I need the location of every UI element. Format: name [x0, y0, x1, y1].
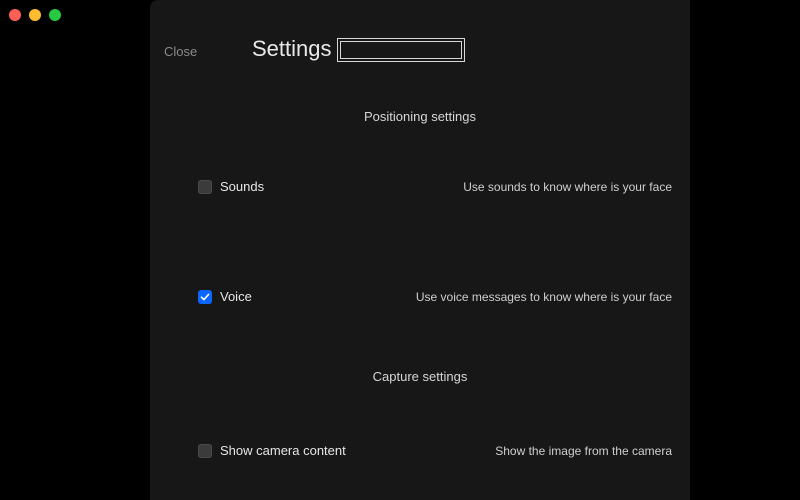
section-header-positioning: Positioning settings — [0, 109, 690, 124]
page-title: Settings — [252, 36, 332, 62]
show-camera-description: Show the image from the camera — [495, 444, 672, 458]
window-maximize-icon[interactable] — [49, 9, 61, 21]
setting-row-voice: Voice Use voice messages to know where i… — [198, 289, 672, 304]
window-close-icon[interactable] — [9, 9, 21, 21]
sounds-label: Sounds — [220, 179, 264, 194]
focus-ring-inner — [340, 41, 462, 59]
settings-panel — [150, 0, 690, 500]
close-button[interactable]: Close — [164, 44, 197, 59]
show-camera-checkbox[interactable] — [198, 444, 212, 458]
show-camera-label: Show camera content — [220, 443, 346, 458]
focused-field[interactable] — [337, 38, 465, 62]
window-minimize-icon[interactable] — [29, 9, 41, 21]
voice-checkbox[interactable] — [198, 290, 212, 304]
voice-description: Use voice messages to know where is your… — [416, 290, 672, 304]
sounds-checkbox[interactable] — [198, 180, 212, 194]
app-window: Close Settings Positioning settings Soun… — [0, 0, 800, 500]
checkmark-icon — [200, 292, 210, 302]
section-header-capture: Capture settings — [0, 369, 690, 384]
setting-row-show-camera: Show camera content Show the image from … — [198, 443, 672, 458]
window-controls — [9, 9, 61, 21]
sounds-description: Use sounds to know where is your face — [463, 180, 672, 194]
setting-row-sounds: Sounds Use sounds to know where is your … — [198, 179, 672, 194]
voice-label: Voice — [220, 289, 252, 304]
